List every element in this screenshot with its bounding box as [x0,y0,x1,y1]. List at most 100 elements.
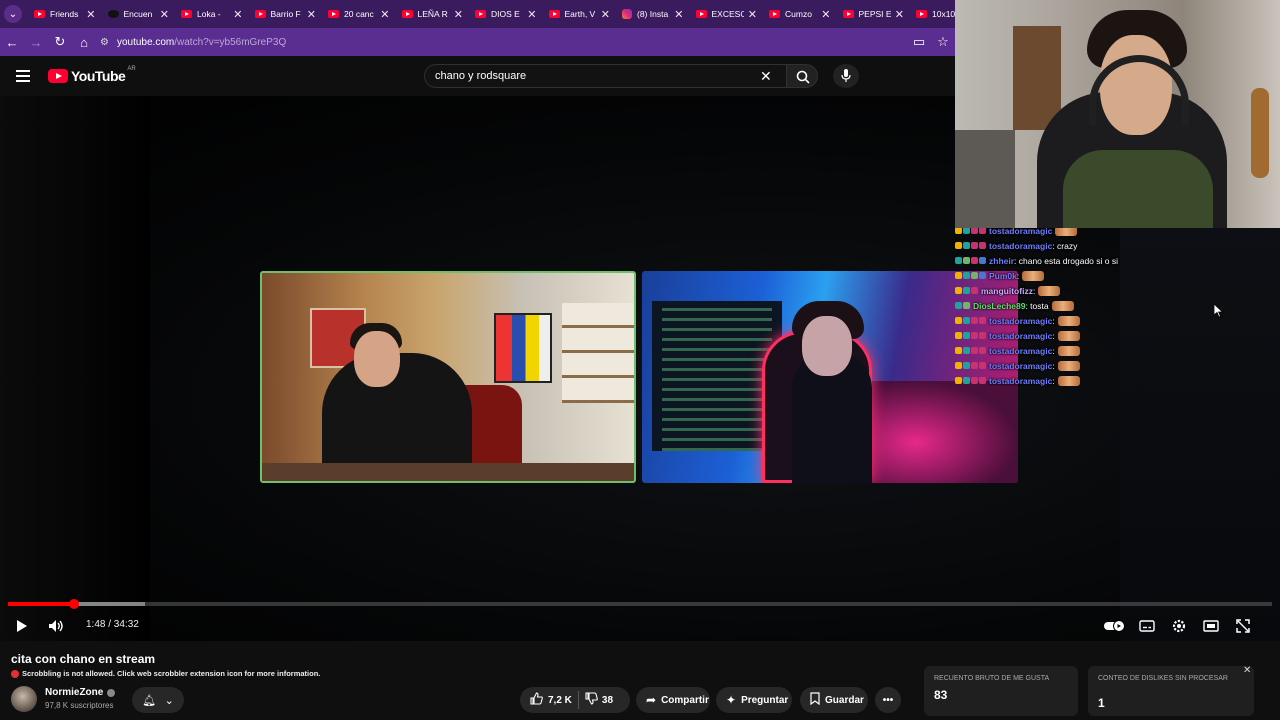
close-tab-icon[interactable]: ✕ [527,8,536,21]
channel-name[interactable]: NormieZone [45,687,116,698]
badge-icon [971,377,978,384]
close-tab-icon[interactable]: ✕ [454,8,463,21]
search-input[interactable] [424,64,788,88]
chat-text: : [1016,270,1020,281]
youtube-icon [548,10,560,18]
autoplay-toggle-icon [1104,620,1125,632]
close-icon[interactable]: ✕ [1243,665,1251,676]
youtube-logo[interactable]: YouTube AR [48,66,136,84]
save-button[interactable]: Guardar [800,687,868,713]
notifications-button[interactable]: 🔔︎ ⌄ [132,687,184,713]
save-label: Guardar [825,694,864,706]
chat-message: tostadoramagic: [955,373,1155,388]
chat-emote-icon [1051,300,1074,311]
clear-search-icon[interactable]: ✕ [760,68,772,84]
youtube-icon [475,10,486,18]
close-tab-icon[interactable]: ✕ [86,8,95,21]
youtube-icon [401,10,413,18]
close-tab-icon[interactable]: ✕ [601,8,610,21]
chat-username: tostadoramagic [989,330,1053,341]
like-button[interactable] [530,692,543,708]
browser-tab[interactable]: Barrio F ✕ [247,0,321,28]
more-actions-button[interactable]: ••• [875,687,901,713]
tab-search-button[interactable]: ⌄ [0,0,26,28]
tab-title: (8) Insta [637,9,669,19]
chat-emote-icon [1022,270,1045,281]
youtube-icon [842,10,854,18]
bookmark-icon [810,692,820,708]
search-button[interactable] [786,64,818,88]
cast-button[interactable]: ▭ [907,28,931,56]
browser-tab[interactable]: Friends ✕ [26,0,100,28]
badge-icon [971,227,978,234]
browser-tab[interactable]: EXCESO ✕ [688,0,762,28]
verified-icon [107,688,116,697]
bookmark-button[interactable]: ☆ [931,28,955,56]
browser-tab[interactable]: Encuen ✕ [100,0,174,28]
theater-mode-button[interactable] [1201,616,1221,636]
tab-title: Friends [50,9,79,19]
close-tab-icon[interactable]: ✕ [895,8,904,21]
browser-tab[interactable]: Cumzo ✕ [761,0,835,28]
home-button[interactable]: ⌂ [72,28,96,56]
tab-title: LEÑA R [417,9,448,19]
browser-tab[interactable]: DIOS E ✕ [467,0,541,28]
chat-emote-icon [1057,375,1080,386]
country-code: AR [127,66,136,72]
chat-text: : [1052,330,1055,341]
dislike-button[interactable] [585,692,598,708]
settings-button[interactable] [1169,616,1189,636]
autoplay-toggle[interactable] [1104,616,1126,636]
badge-icon [963,362,970,369]
badge-icon [955,272,962,279]
play-button[interactable] [12,616,32,636]
forward-button[interactable]: → [24,28,48,56]
close-tab-icon[interactable]: ✕ [674,8,683,21]
ask-button[interactable]: ✦ Preguntar [716,687,792,713]
url-field[interactable]: ⚙ youtube.com/watch?v=yb56mGreP3Q [96,28,907,56]
fullscreen-button[interactable] [1233,616,1253,636]
site-info-icon[interactable]: ⚙ [100,37,109,48]
badge-icon [979,377,986,384]
browser-tab[interactable]: PEPSI E ✕ [835,0,909,28]
more-icon: ••• [882,694,894,706]
close-tab-icon[interactable]: ✕ [821,8,830,21]
badge-icon [955,257,962,264]
seek-scrubber[interactable] [68,599,79,609]
badge-icon [963,227,970,234]
badge-icon [955,332,962,339]
raw-likes-value: 83 [934,688,948,702]
voice-search-button[interactable] [833,64,859,88]
reload-button[interactable]: ↻ [48,28,72,56]
avatar[interactable] [11,686,37,712]
share-button[interactable]: ➦ Compartir [636,687,710,713]
badge-icon [979,347,986,354]
chat-text: : crazy [1052,240,1078,251]
browser-tab[interactable]: Earth, V ✕ [541,0,615,28]
close-tab-icon[interactable]: ✕ [307,8,316,21]
chat-username: tostadoramagic [989,360,1053,371]
seek-bar[interactable] [8,599,1272,609]
mute-button[interactable] [46,616,66,636]
chat-username: tostadoramagic [989,345,1053,356]
badge-icon [955,362,962,369]
browser-tab[interactable]: 20 canc ✕ [320,0,394,28]
subtitles-button[interactable] [1137,616,1157,636]
browser-tab[interactable]: LEÑA R ✕ [394,0,468,28]
close-tab-icon[interactable]: ✕ [233,8,242,21]
stream-chat-overlay: tostadoramagic tostadoramagic: crazy zhhei… [955,223,1155,388]
chat-message: DiosLeche89: tosta [955,298,1155,313]
close-tab-icon[interactable]: ✕ [380,8,389,21]
badge-icon [955,377,962,384]
channel-name-text: NormieZone [45,687,104,698]
browser-tab[interactable]: Loka - ✕ [173,0,247,28]
badge-icon [963,302,970,309]
close-tab-icon[interactable]: ✕ [748,8,757,21]
back-button[interactable]: ← [0,28,24,56]
close-tab-icon[interactable]: ✕ [160,8,169,21]
badge-icon [963,287,970,294]
youtube-icon [254,10,266,18]
menu-icon[interactable] [16,70,30,82]
chat-badges [955,377,987,384]
browser-tab[interactable]: (8) Insta ✕ [614,0,688,28]
